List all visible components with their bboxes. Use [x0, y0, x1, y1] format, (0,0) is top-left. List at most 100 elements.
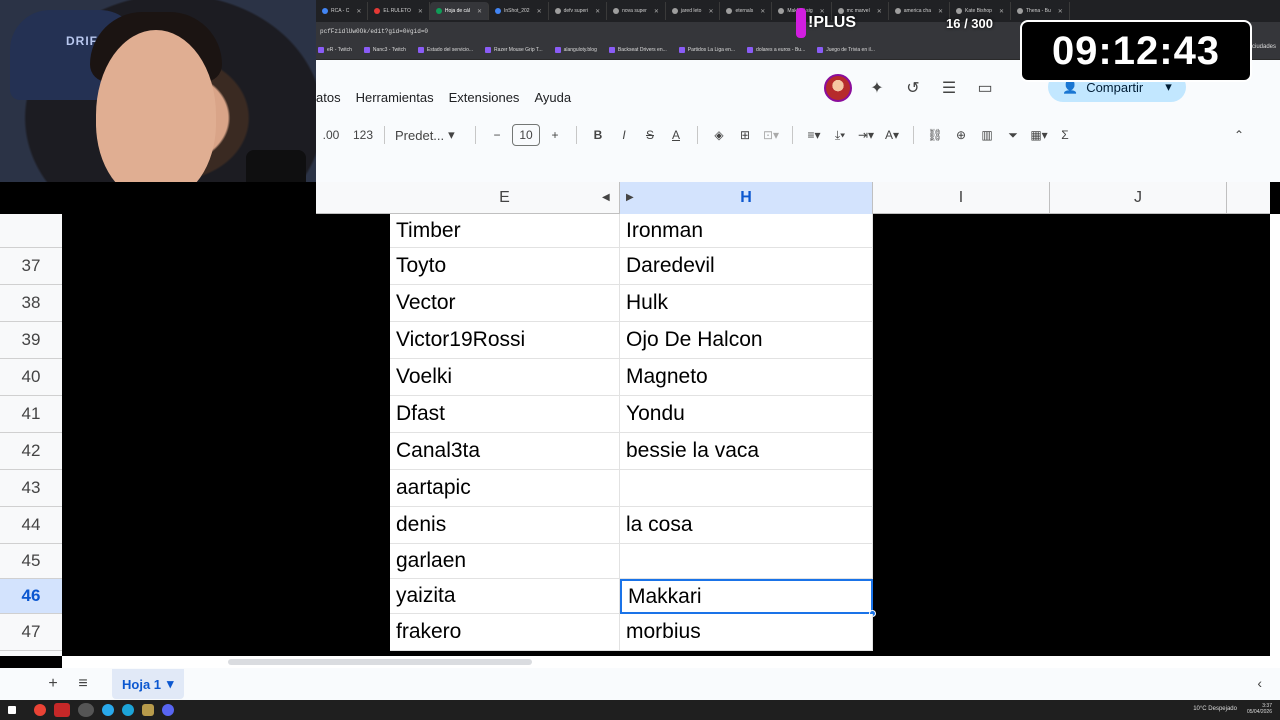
selected-cell-h[interactable]: Makkari: [620, 579, 873, 614]
browser-tab[interactable]: Hoja de cál ✕: [429, 2, 489, 20]
column-header-j[interactable]: J: [1050, 182, 1227, 214]
windows-start-icon[interactable]: [8, 706, 16, 714]
vertical-align-icon[interactable]: ⤓▾: [829, 124, 851, 146]
cell-e[interactable]: frakero: [390, 614, 620, 651]
wrap-text-icon[interactable]: ⇥▾: [855, 124, 877, 146]
row-header[interactable]: 39: [0, 322, 62, 359]
filter-icon[interactable]: ⏷: [1002, 124, 1024, 146]
close-icon[interactable]: ✕: [1058, 8, 1063, 15]
clock[interactable]: 3:37 05/04/2026: [1247, 703, 1272, 715]
close-icon[interactable]: ✕: [999, 8, 1004, 15]
merge-cells-icon[interactable]: ⊡▾: [760, 124, 782, 146]
cell-e[interactable]: Toyto: [390, 248, 620, 285]
cell-h[interactable]: bessie la vaca: [620, 433, 873, 470]
row-header[interactable]: 44: [0, 507, 62, 544]
fill-color-icon[interactable]: ◈: [708, 124, 730, 146]
text-rotation-icon[interactable]: A▾: [881, 124, 903, 146]
number-format-button[interactable]: 123: [352, 124, 374, 146]
bookmark-item[interactable]: alanguloty.blog: [554, 46, 597, 53]
menu-item-ayuda[interactable]: Ayuda: [534, 90, 571, 105]
row-header[interactable]: 40: [0, 359, 62, 396]
increase-font-icon[interactable]: +: [544, 124, 566, 146]
browser-tab[interactable]: nova super ✕: [607, 2, 666, 20]
sheet-tab[interactable]: Hoja 1 ▾: [112, 669, 184, 699]
bookmark-item[interactable]: Juego de Trivia en il...: [817, 46, 875, 53]
bold-button[interactable]: B: [587, 124, 609, 146]
cell-e[interactable]: Voelki: [390, 359, 620, 396]
cell-h[interactable]: la cosa: [620, 507, 873, 544]
borders-icon[interactable]: ⊞: [734, 124, 756, 146]
cell-h[interactable]: Magneto: [620, 359, 873, 396]
collapse-toolbar-icon[interactable]: ⌃: [1228, 124, 1250, 146]
hidden-columns-right-arrow[interactable]: ▶: [626, 192, 634, 203]
close-icon[interactable]: ✕: [708, 8, 713, 15]
close-icon[interactable]: ✕: [418, 8, 423, 15]
horizontal-scrollbar[interactable]: [62, 656, 1280, 668]
font-size-input[interactable]: 10: [512, 124, 540, 146]
browser-tab[interactable]: america cha ✕: [889, 2, 950, 20]
bookmark-item[interactable]: Estado del servicio...: [417, 46, 473, 53]
side-panel-toggle-icon[interactable]: ‹: [1257, 675, 1262, 691]
vertical-scrollbar[interactable]: [1270, 214, 1280, 656]
cell-h[interactable]: [620, 470, 873, 507]
discord-icon[interactable]: [162, 704, 174, 716]
font-family-select[interactable]: Predet... ▾: [395, 127, 465, 143]
app-red-icon[interactable]: [54, 703, 70, 717]
browser-tab[interactable]: Thena - Bu ✕: [1011, 2, 1070, 20]
menu-item-formato[interactable]: atos: [316, 90, 341, 105]
chrome-icon[interactable]: [34, 704, 46, 716]
chart-icon[interactable]: ▥: [976, 124, 998, 146]
bookmark-item[interactable]: Partidos La Liga en...: [678, 46, 735, 53]
functions-icon[interactable]: Σ: [1054, 124, 1076, 146]
row-header[interactable]: [0, 214, 62, 248]
text-color-button[interactable]: A: [665, 124, 687, 146]
column-header-i[interactable]: I: [873, 182, 1050, 214]
row-header[interactable]: 37: [0, 248, 62, 285]
row-header[interactable]: 42: [0, 433, 62, 470]
bookmark-item[interactable]: Backseat Drivers en...: [608, 46, 667, 53]
filter-views-icon[interactable]: ▦▾: [1028, 124, 1050, 146]
edge-icon[interactable]: [122, 704, 134, 716]
add-sheet-button[interactable]: +: [38, 669, 68, 699]
link-icon[interactable]: ⛓: [924, 124, 946, 146]
obs-icon[interactable]: [78, 703, 94, 717]
browser-tab[interactable]: eternals ✕: [720, 2, 773, 20]
browser-tab[interactable]: defv superi ✕: [549, 2, 608, 20]
league-icon[interactable]: [142, 704, 154, 716]
align-left-icon[interactable]: ≡▾: [803, 124, 825, 146]
history-icon[interactable]: ↺: [902, 77, 924, 99]
cell-e[interactable]: aartapic: [390, 470, 620, 507]
row-header[interactable]: 41: [0, 396, 62, 433]
hidden-columns-left-arrow[interactable]: ◀: [602, 192, 610, 203]
row-header[interactable]: 45: [0, 544, 62, 579]
decimal-button[interactable]: .00: [320, 124, 342, 146]
cell-h[interactable]: Daredevil: [620, 248, 873, 285]
bookmark-item[interactable]: Razer Mouse Grip T...: [485, 46, 543, 53]
meet-icon[interactable]: ▭: [974, 77, 996, 99]
menu-item-extensiones[interactable]: Extensiones: [449, 90, 520, 105]
avatar[interactable]: [824, 74, 852, 102]
close-icon[interactable]: ✕: [477, 8, 482, 15]
cell-h[interactable]: Ironman: [620, 214, 873, 248]
telegram-icon[interactable]: [102, 704, 114, 716]
column-header-h[interactable]: H: [620, 182, 873, 214]
comment-icon[interactable]: ⊕: [950, 124, 972, 146]
italic-button[interactable]: I: [613, 124, 635, 146]
row-header[interactable]: 38: [0, 285, 62, 322]
cell-e[interactable]: Timber: [390, 214, 620, 248]
column-header-e[interactable]: E: [390, 182, 620, 214]
bookmark-item[interactable]: Nanc3 - Twitch: [363, 46, 406, 53]
all-sheets-button[interactable]: ≡: [68, 669, 98, 699]
bookmark-item[interactable]: eR - Twitch: [318, 46, 352, 53]
cell-e[interactable]: Canal3ta: [390, 433, 620, 470]
close-icon[interactable]: ✕: [938, 8, 943, 15]
cell-e[interactable]: Vector: [390, 285, 620, 322]
cell-h[interactable]: morbius: [620, 614, 873, 651]
cell-h[interactable]: Hulk: [620, 285, 873, 322]
cell-h[interactable]: Ojo De Halcon: [620, 322, 873, 359]
cell-e[interactable]: Dfast: [390, 396, 620, 433]
gemini-icon[interactable]: ✦: [866, 77, 888, 99]
cell-e[interactable]: denis: [390, 507, 620, 544]
bookmark-item[interactable]: dolares a euros - Bu...: [747, 46, 805, 53]
cell-e[interactable]: yaizita: [390, 579, 620, 614]
